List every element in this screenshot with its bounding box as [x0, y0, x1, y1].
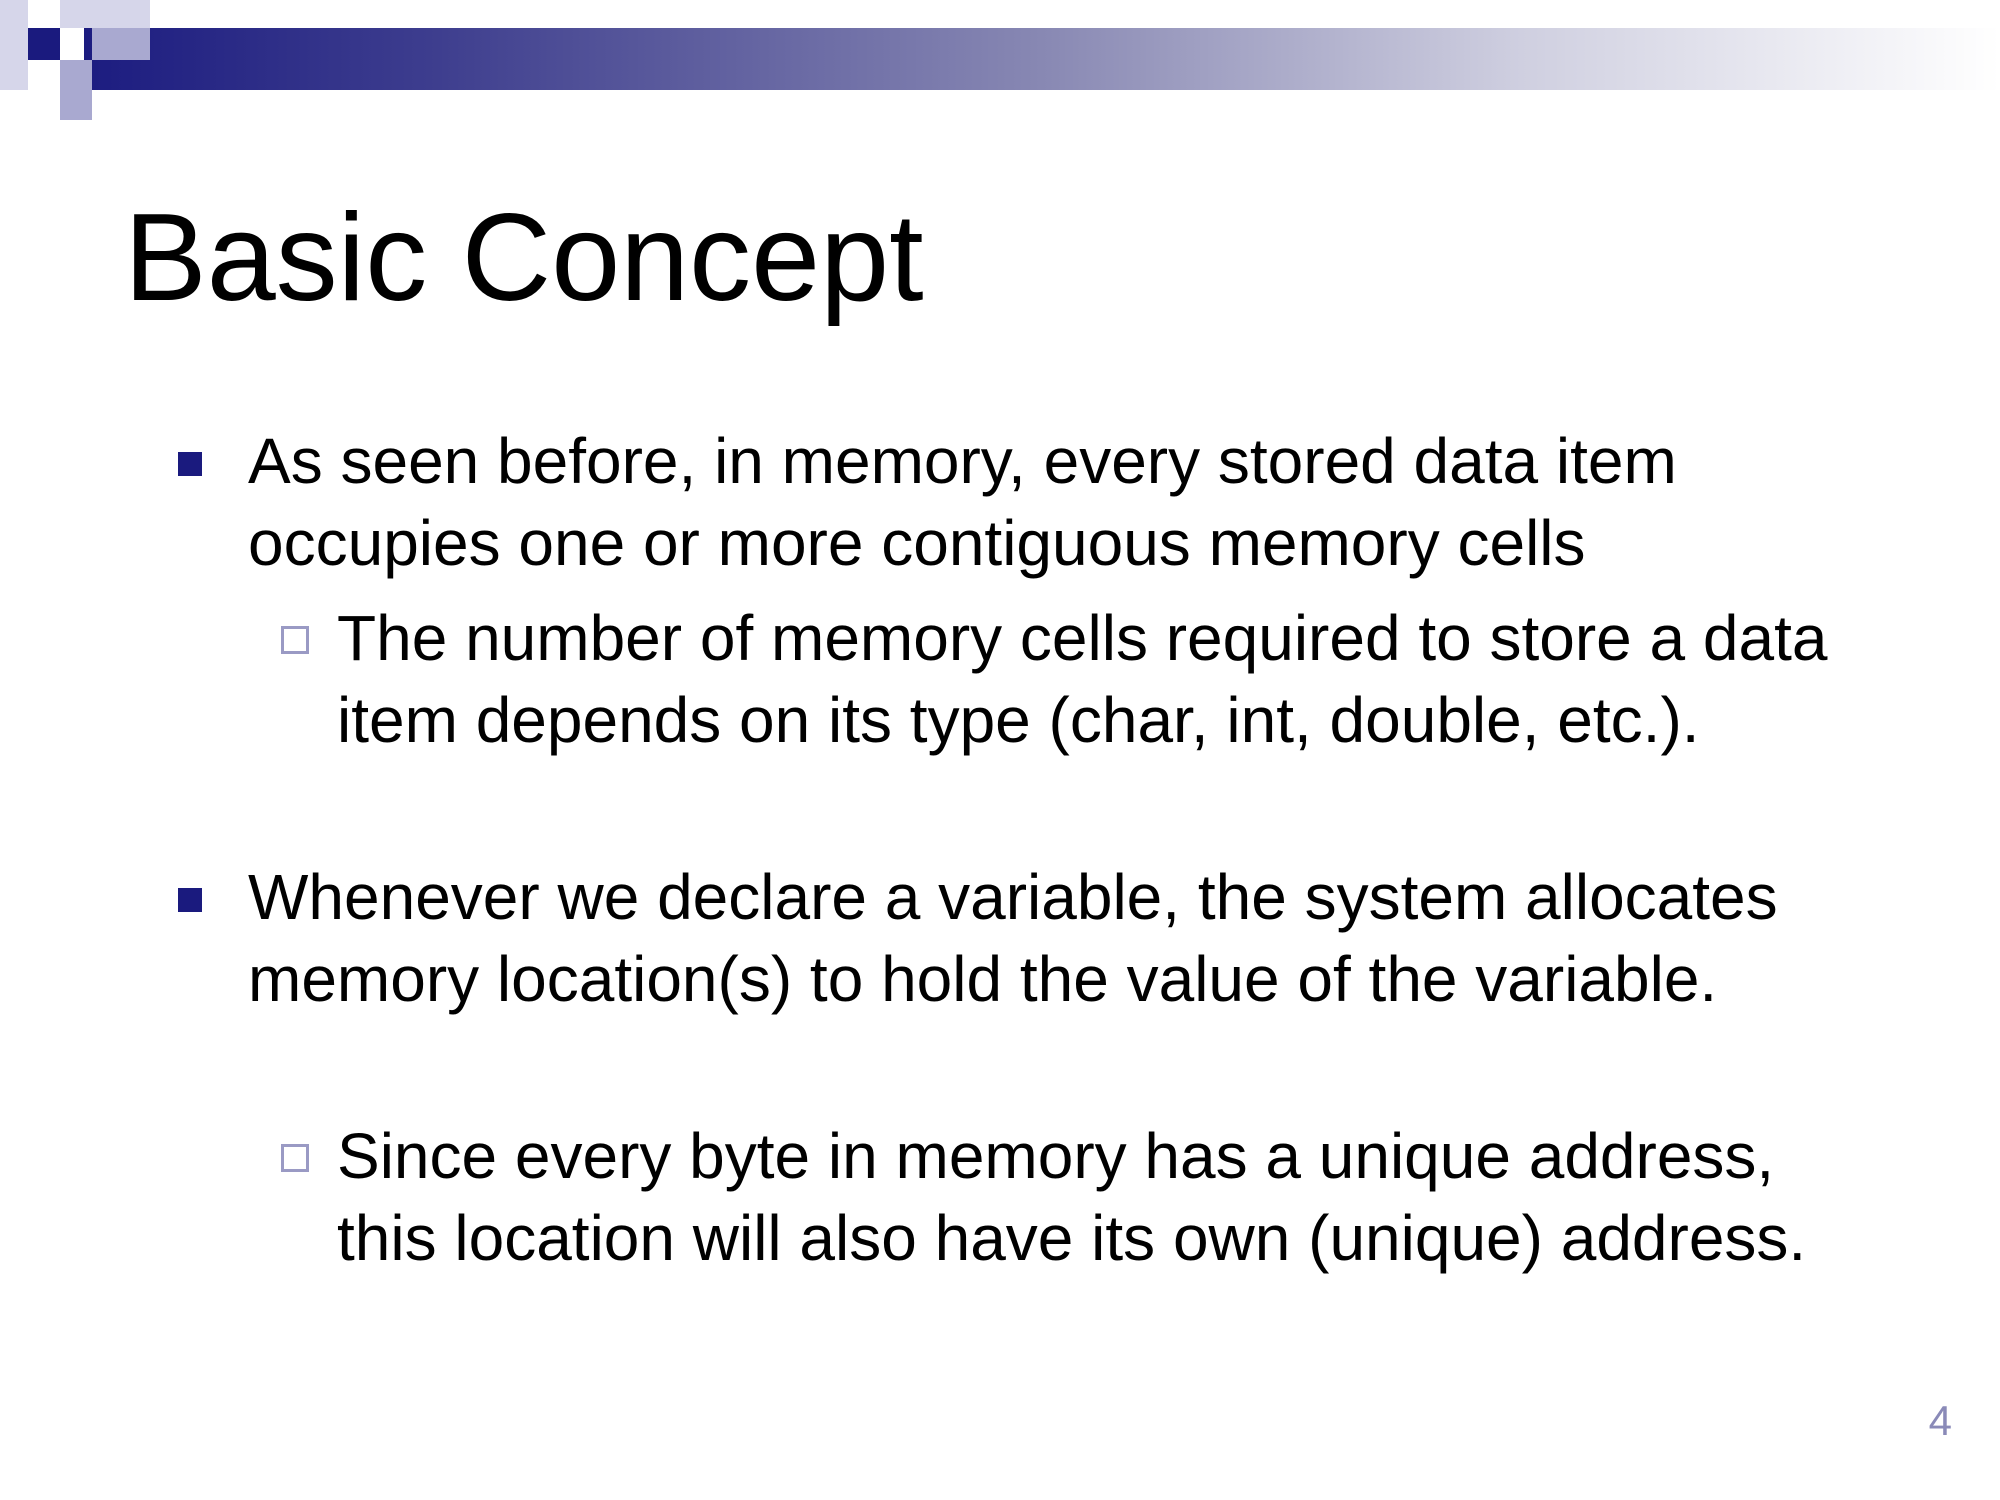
- hollow-square-bullet-icon: [281, 1144, 309, 1172]
- square-bullet-icon: [178, 452, 202, 476]
- square-bullet-icon: [178, 888, 202, 912]
- bullet-2-sub-1-text: Since every byte in memory has a unique …: [337, 1120, 1807, 1274]
- bullet-1-sub-1-text: The number of memory cells required to s…: [337, 602, 1828, 756]
- bullet-1-text: As seen before, in memory, every stored …: [248, 425, 1677, 579]
- hollow-square-bullet-icon: [281, 626, 309, 654]
- page-number: 4: [1928, 1397, 1952, 1444]
- slide-body: As seen before, in memory, every stored …: [0, 0, 2000, 1500]
- bullet-2-text: Whenever we declare a variable, the syst…: [248, 861, 1778, 1015]
- slide: Basic Concept As seen before, in memory,…: [0, 0, 2000, 1500]
